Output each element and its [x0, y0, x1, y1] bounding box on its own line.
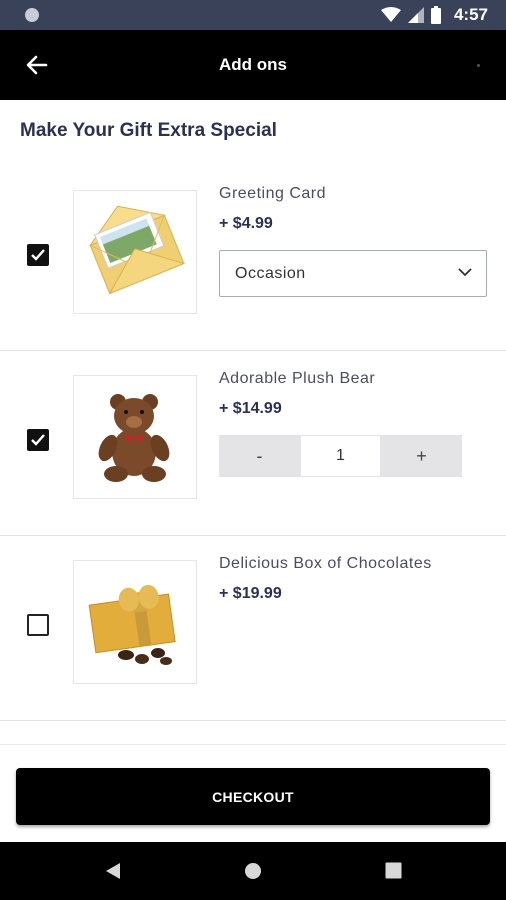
- status-bar: 4:57: [0, 0, 506, 30]
- nav-home-icon[interactable]: [244, 862, 262, 880]
- checkmark-icon: [31, 249, 45, 261]
- addon-row-greeting-card: Greeting Card + $4.99 Occasion: [0, 165, 506, 351]
- back-arrow-icon[interactable]: [24, 52, 50, 78]
- signal-icon: [407, 7, 424, 23]
- checkmark-icon: [31, 434, 45, 446]
- section-title: Make Your Gift Extra Special: [20, 120, 277, 141]
- addon-row-plush-bear: Adorable Plush Bear + $14.99 - 1 +: [0, 350, 506, 536]
- chevron-down-icon: [458, 268, 472, 277]
- battery-icon: [430, 6, 441, 24]
- addon-name: Adorable Plush Bear: [219, 370, 376, 387]
- addon-price: + $14.99: [219, 400, 282, 417]
- status-icons: 4:57: [380, 0, 488, 30]
- quantity-value[interactable]: 1: [300, 435, 381, 477]
- system-nav-bar: [0, 842, 506, 900]
- addon-checkbox-chocolates[interactable]: [27, 614, 49, 636]
- status-time: 4:57: [453, 5, 488, 24]
- quantity-stepper: - 1 +: [219, 435, 464, 477]
- envelope-image: [88, 205, 186, 295]
- addon-name: Delicious Box of Chocolates: [219, 555, 432, 572]
- addon-price: + $4.99: [219, 215, 273, 232]
- overflow-menu-icon[interactable]: [477, 64, 480, 67]
- page-title: Add ons: [219, 55, 287, 74]
- addon-row-chocolates: Delicious Box of Chocolates + $19.99: [0, 535, 506, 721]
- plush-bear-image: [73, 375, 197, 499]
- teddy-bear-image: [98, 394, 170, 482]
- addon-name: Greeting Card: [219, 185, 326, 202]
- notification-dot-icon: [25, 8, 39, 22]
- occasion-select[interactable]: Occasion: [219, 250, 487, 297]
- nav-back-icon[interactable]: [104, 862, 122, 880]
- decrement-button[interactable]: -: [219, 435, 300, 477]
- checkout-button[interactable]: CHECKOUT: [16, 768, 490, 825]
- occasion-select-value: Occasion: [235, 264, 306, 282]
- nav-recents-icon[interactable]: [385, 862, 402, 879]
- divider: [0, 744, 506, 745]
- addon-checkbox-plush-bear[interactable]: [27, 429, 49, 451]
- increment-button[interactable]: +: [381, 435, 462, 477]
- chocolate-box-image: [88, 584, 176, 665]
- addon-price: + $19.99: [219, 585, 282, 602]
- chocolates-image: [73, 560, 197, 684]
- greeting-card-image: [73, 190, 197, 314]
- wifi-icon: [380, 7, 401, 22]
- addon-checkbox-greeting-card[interactable]: [27, 244, 49, 266]
- app-bar: Add ons: [0, 30, 506, 100]
